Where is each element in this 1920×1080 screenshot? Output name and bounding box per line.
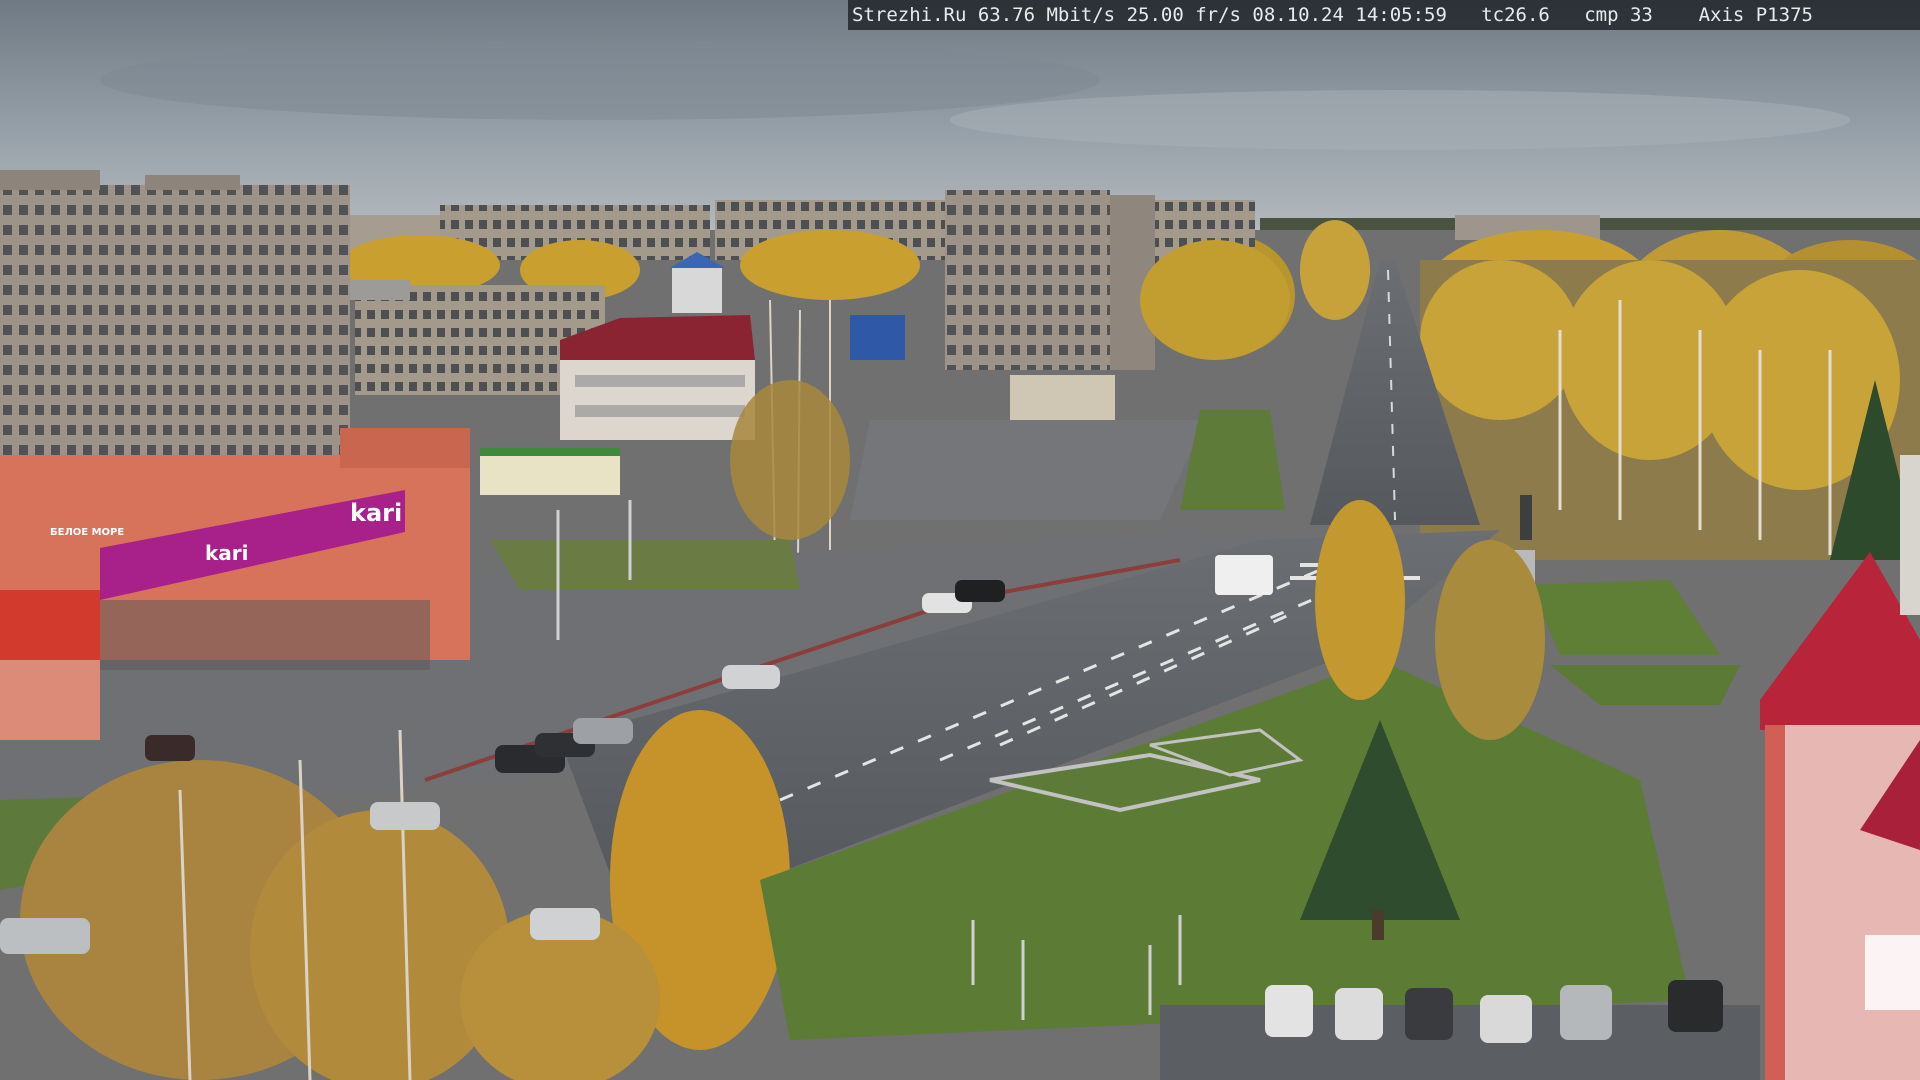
plaza xyxy=(850,420,1205,520)
left-store-sign: БЕЛОЕ МОРЕ xyxy=(50,527,124,538)
webcam-scene: kari kari БЕЛОЕ МОРЕ xyxy=(0,0,1920,1080)
bus xyxy=(1215,555,1273,595)
osd-tc: tc26.6 xyxy=(1481,4,1550,26)
camera-osd-bar: Strezhi.Ru 63.76 Mbit/s 25.00 fr/s 08.10… xyxy=(848,0,1920,30)
kari-logo-small: kari xyxy=(205,541,249,565)
osd-date: 08.10.24 xyxy=(1252,4,1344,26)
kari-logo: kari xyxy=(350,499,402,527)
osd-cmp: cmp 33 xyxy=(1584,4,1653,26)
osd-site: Strezhi.Ru xyxy=(852,4,967,26)
osd-bitrate: 63.76 Mbit/s xyxy=(977,4,1116,26)
red-roof-building xyxy=(560,315,755,440)
osd-camera-model: Axis P1375 xyxy=(1698,4,1813,26)
osd-framerate: 25.00 fr/s xyxy=(1126,4,1241,26)
osd-time: 14:05:59 xyxy=(1355,4,1447,26)
